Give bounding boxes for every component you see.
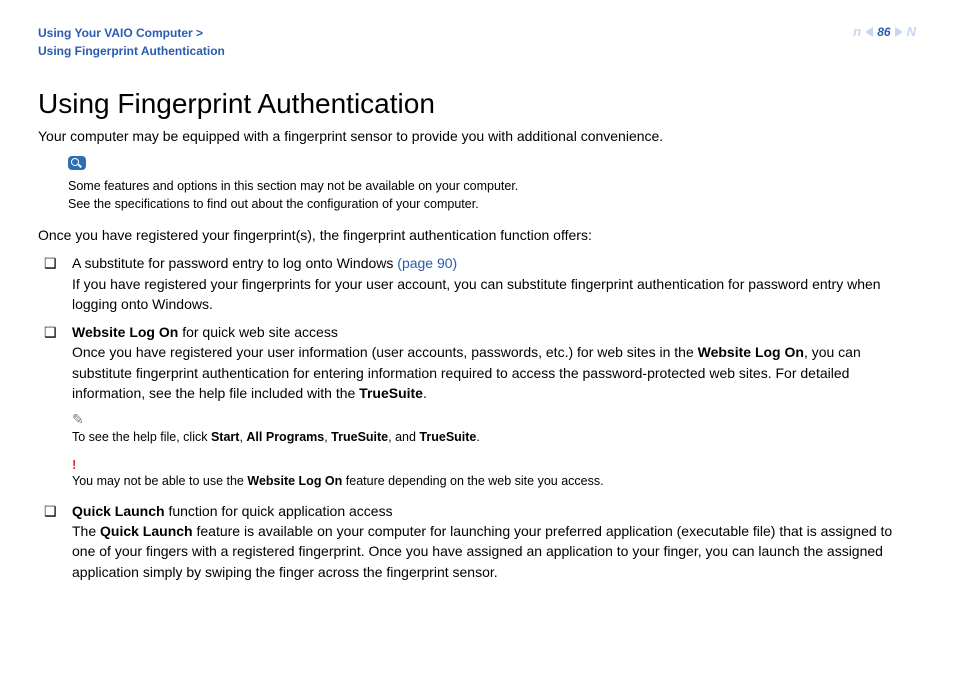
feature-list: A substitute for password entry to log o… <box>44 253 916 403</box>
page-nav: n 86 N <box>853 24 916 39</box>
nav-next-icon[interactable] <box>895 27 903 37</box>
helpfile-note: ✎ To see the help file, click Start, All… <box>72 411 916 447</box>
warn-pre: You may not be able to use the <box>72 474 247 488</box>
availability-callout: Some features and options in this sectio… <box>68 156 916 213</box>
bullet3-bold: Quick Launch <box>100 523 193 539</box>
bullet3-title: Quick Launch <box>72 503 165 519</box>
nav-prev-letter[interactable]: n <box>853 24 861 39</box>
breadcrumb-current: Using Fingerprint Authentication <box>38 42 225 60</box>
page-header: Using Your VAIO Computer > Using Fingerp… <box>38 24 916 60</box>
bullet1-body: If you have registered your fingerprints… <box>72 276 881 312</box>
help-end: . <box>476 430 479 444</box>
bullet2-bold1: Website Log On <box>698 344 804 360</box>
help-s4: TrueSuite <box>419 430 476 444</box>
breadcrumb: Using Your VAIO Computer > Using Fingerp… <box>38 24 225 60</box>
nav-prev-icon[interactable] <box>865 27 873 37</box>
bullet2-body-end: . <box>423 385 427 401</box>
page-90-link[interactable]: (page 90) <box>397 255 457 271</box>
help-c3: , and <box>388 430 419 444</box>
registered-intro: Once you have registered your fingerprin… <box>38 227 916 243</box>
breadcrumb-parent: Using Your VAIO Computer > <box>38 24 225 42</box>
bullet2-after: for quick web site access <box>178 324 338 340</box>
nav-next-letter[interactable]: N <box>907 24 916 39</box>
list-item: Website Log On for quick web site access… <box>44 322 916 403</box>
list-item: A substitute for password entry to log o… <box>44 253 916 314</box>
list-item: Quick Launch function for quick applicat… <box>44 501 916 582</box>
warning-note: ! You may not be able to use the Website… <box>72 457 916 491</box>
help-s3: TrueSuite <box>331 430 388 444</box>
search-icon <box>68 156 86 170</box>
intro-paragraph: Your computer may be equipped with a fin… <box>38 128 916 144</box>
warn-post: feature depending on the web site you ac… <box>342 474 603 488</box>
bullet2-body-pre: Once you have registered your user infor… <box>72 344 698 360</box>
bullet3-pre: The <box>72 523 100 539</box>
bullet3-post: feature is available on your computer fo… <box>72 523 892 580</box>
bullet2-bold2: TrueSuite <box>359 385 423 401</box>
bullet3-after: function for quick application access <box>165 503 393 519</box>
bullet1-lead: A substitute for password entry to log o… <box>72 255 397 271</box>
help-pre: To see the help file, click <box>72 430 211 444</box>
page-number: 86 <box>877 25 890 39</box>
help-s1: Start <box>211 430 239 444</box>
pencil-icon: ✎ <box>72 411 916 428</box>
page-title: Using Fingerprint Authentication <box>38 88 916 120</box>
warn-bold: Website Log On <box>247 474 342 488</box>
feature-list-continued: Quick Launch function for quick applicat… <box>44 501 916 582</box>
exclamation-icon: ! <box>72 457 916 472</box>
bullet2-title: Website Log On <box>72 324 178 340</box>
availability-line-1: Some features and options in this sectio… <box>68 177 916 195</box>
availability-line-2: See the specifications to find out about… <box>68 195 916 213</box>
help-s2: All Programs <box>246 430 324 444</box>
